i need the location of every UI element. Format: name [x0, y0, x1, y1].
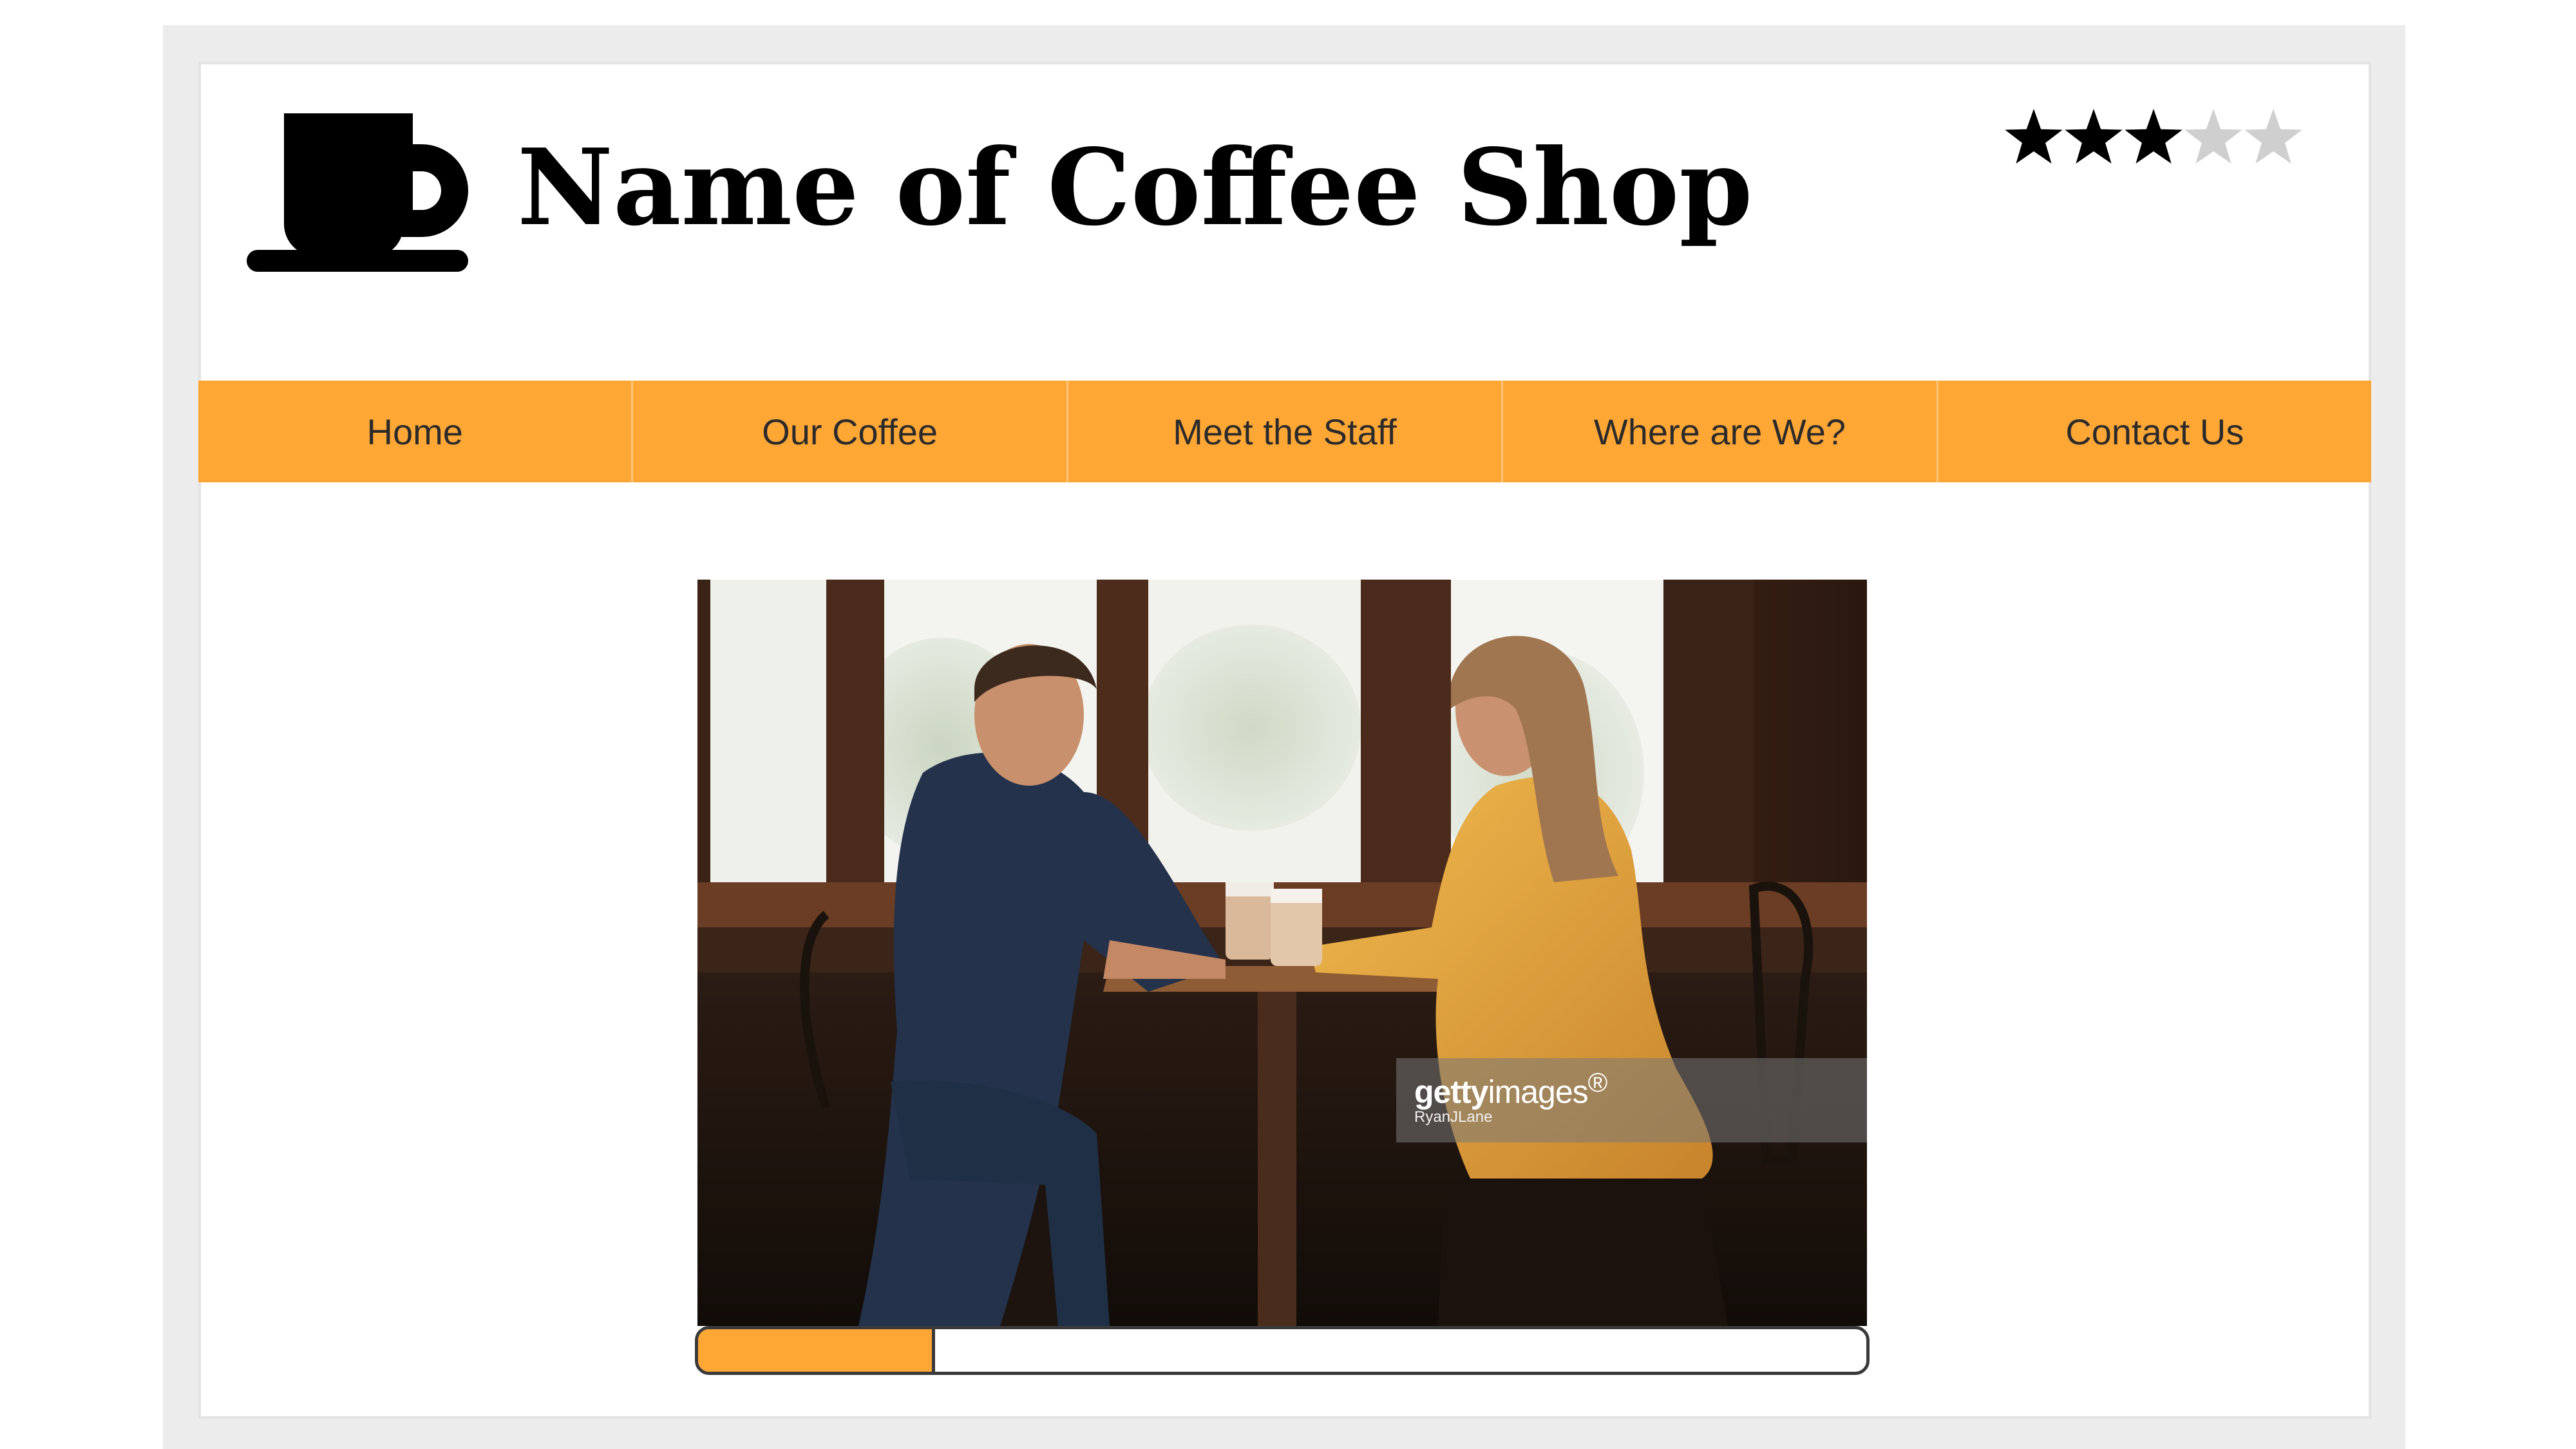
star-rating: [2003, 102, 2306, 173]
getty-images-watermark: gettyimages® RyanJLane: [1396, 1058, 1867, 1142]
progress-fill: [698, 1329, 935, 1372]
coffee-cup-icon: [247, 107, 483, 274]
nav-home[interactable]: Home: [198, 381, 631, 482]
nav-our-coffee[interactable]: Our Coffee: [633, 381, 1066, 482]
star-empty-icon: [2244, 109, 2302, 164]
watermark-brand: gettyimages®: [1414, 1067, 1607, 1110]
nav-where-are-we[interactable]: Where are We?: [1503, 381, 1936, 482]
star-empty-icon: [2184, 109, 2242, 164]
watermark-credit: RyanJLane: [1414, 1108, 1493, 1126]
nav-contact-us[interactable]: Contact Us: [1938, 381, 2371, 482]
main-nav: Home Our Coffee Meet the Staff Where are…: [198, 381, 2371, 482]
image-progress-bar[interactable]: [695, 1326, 1870, 1375]
star-filled-icon: [2005, 109, 2063, 164]
nav-meet-the-staff[interactable]: Meet the Staff: [1068, 381, 1501, 482]
star-filled-icon: [2065, 109, 2123, 164]
site-title: Name of Coffee Shop: [517, 126, 1753, 249]
star-filled-icon: [2125, 109, 2183, 164]
couple-drinking-coffee-photo: gettyimages® RyanJLane: [697, 580, 1867, 1326]
